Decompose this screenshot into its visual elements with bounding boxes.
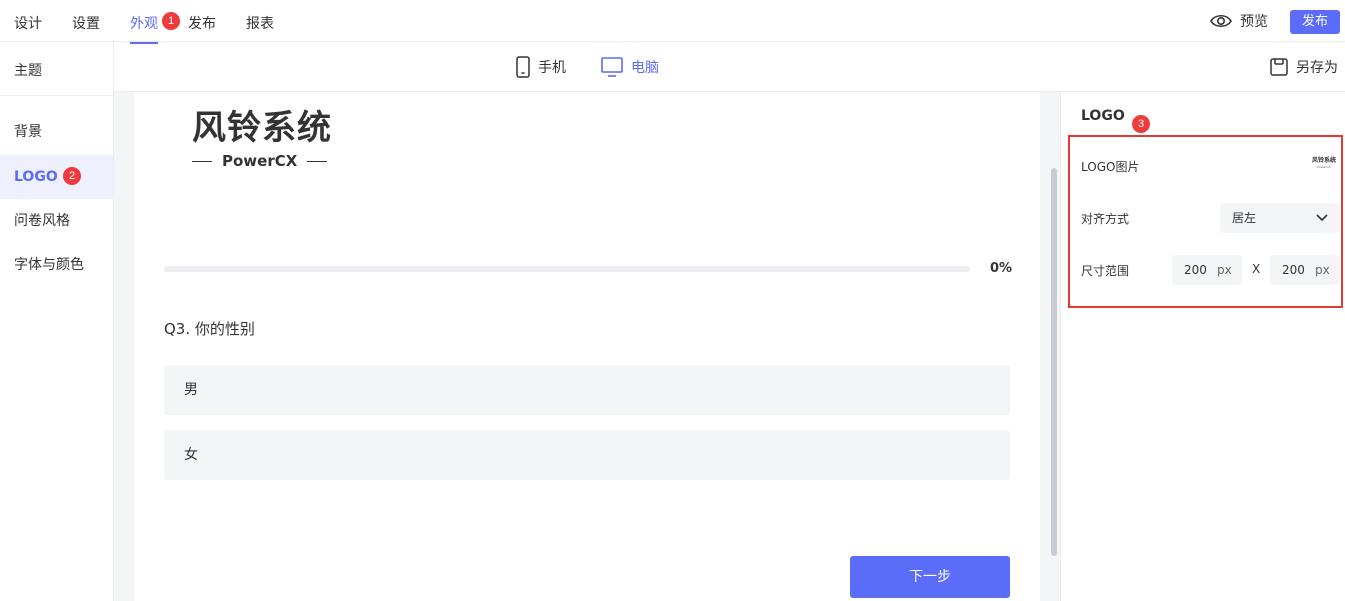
- appearance-sidebar: 主题 背景 LOGO 2 问卷风格 字体与颜色: [0, 42, 114, 601]
- width-unit: px: [1217, 263, 1232, 277]
- height-value: 200: [1282, 263, 1305, 277]
- logo-main-text: 风铃系统: [192, 108, 332, 148]
- step-badge-2: 2: [63, 167, 81, 185]
- top-nav: 设计 设置 外观 1 发布 报表 预览 发布: [0, 0, 1345, 44]
- chevron-down-icon: [1316, 203, 1328, 244]
- tab-design[interactable]: 设计: [14, 13, 42, 33]
- save-as-button[interactable]: 另存为: [1270, 57, 1338, 77]
- panel-title: LOGO: [1081, 108, 1125, 124]
- monitor-icon: [601, 57, 623, 77]
- eye-icon: [1210, 14, 1232, 28]
- preview-label: 预览: [1240, 14, 1268, 30]
- device-desktop-button[interactable]: 电脑: [601, 57, 659, 77]
- logo-dash-left: [192, 160, 212, 162]
- align-label: 对齐方式: [1081, 212, 1130, 226]
- device-mobile-label: 手机: [538, 60, 566, 76]
- logo-thumb-sub: PowerCX: [1317, 165, 1331, 169]
- logo-image-label: LOGO图片: [1081, 160, 1140, 174]
- logo-image-thumbnail[interactable]: 风铃系统 PowerCX: [1310, 157, 1338, 173]
- progress-bar: [164, 266, 970, 272]
- height-input[interactable]: 200 px: [1270, 255, 1340, 285]
- device-mobile-button[interactable]: 手机: [516, 56, 566, 78]
- width-value: 200: [1184, 263, 1207, 277]
- progress-percent: 0%: [990, 261, 1013, 276]
- sidebar-item-background[interactable]: 背景: [0, 110, 113, 154]
- sidebar-item-logo[interactable]: LOGO: [0, 155, 113, 199]
- preview-button[interactable]: 预览: [1210, 10, 1268, 32]
- tab-settings[interactable]: 设置: [72, 13, 100, 33]
- save-icon: [1270, 58, 1288, 76]
- logo-thumb-text: 风铃系统: [1311, 157, 1336, 164]
- sidebar-item-font-color[interactable]: 字体与颜色: [0, 243, 113, 287]
- question-title: Q3. 你的性别: [164, 320, 255, 338]
- logo-sub-text: PowerCX: [222, 152, 298, 170]
- align-value: 居左: [1232, 211, 1257, 225]
- sidebar-item-theme[interactable]: 主题: [0, 42, 113, 96]
- step-badge-3: 3: [1132, 115, 1150, 133]
- width-input[interactable]: 200 px: [1172, 255, 1242, 285]
- logo-sub-line: PowerCX: [192, 152, 338, 170]
- logo-dash-right: [307, 160, 328, 162]
- tab-appearance[interactable]: 外观: [130, 13, 158, 44]
- preview-scrollbar[interactable]: [1051, 168, 1057, 556]
- step-badge-1: 1: [162, 12, 180, 30]
- times-symbol: X: [1252, 262, 1261, 276]
- height-unit: px: [1315, 263, 1330, 277]
- mobile-icon: [516, 56, 530, 78]
- device-toolbar: 手机 电脑 另存为: [114, 42, 1345, 92]
- publish-button[interactable]: 发布: [1290, 10, 1340, 34]
- sidebar-item-survey-style[interactable]: 问卷风格: [0, 199, 113, 243]
- option-male[interactable]: 男: [164, 365, 1010, 415]
- tab-report[interactable]: 报表: [246, 13, 274, 33]
- option-female[interactable]: 女: [164, 430, 1010, 480]
- size-label: 尺寸范围: [1081, 264, 1130, 278]
- tab-publish[interactable]: 发布: [188, 13, 216, 33]
- device-desktop-label: 电脑: [631, 60, 659, 76]
- save-as-label: 另存为: [1296, 60, 1338, 76]
- sidebar-item-label: LOGO: [14, 169, 58, 185]
- align-select[interactable]: 居左: [1220, 203, 1340, 233]
- next-step-button[interactable]: 下一步: [850, 556, 1010, 598]
- survey-logo[interactable]: 风铃系统 PowerCX: [192, 108, 338, 178]
